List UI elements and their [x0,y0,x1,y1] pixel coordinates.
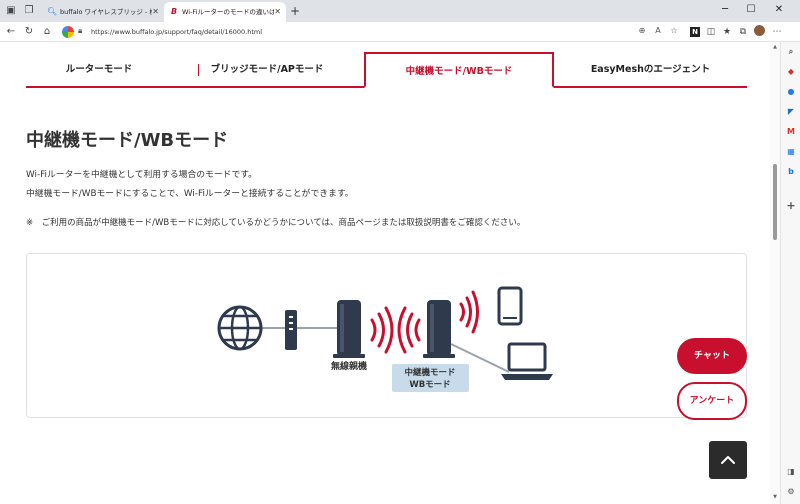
outlook-icon[interactable]: ◤ [785,106,797,118]
scroll-up-arrow-icon[interactable]: ▲ [771,44,779,50]
shopping-icon[interactable]: ◆ [785,66,797,78]
laptop-icon [501,342,553,380]
repeater-wifi-waves-left-icon [397,306,421,354]
notion-extension-icon[interactable]: N [688,25,702,39]
chevron-up-icon [721,456,735,464]
parent-router-icon [333,300,365,358]
chat-button[interactable]: チャット [677,338,747,374]
lock-icon[interactable]: 🔒︎ [78,26,82,36]
minimize-button[interactable]: ─ [712,0,738,22]
favorite-star-icon[interactable]: ☆ [668,26,680,35]
back-icon[interactable]: ← [4,25,18,39]
tab-actions-icon[interactable]: ❐ [22,4,36,18]
description-line-1: Wi-Fiルーターを中継機として利用する場合のモードです。 [26,170,257,180]
smartphone-icon [497,286,523,326]
close-tab-icon[interactable]: ✕ [274,2,281,22]
parent-wifi-waves-icon [370,306,394,354]
bing-icon[interactable]: b [785,166,797,178]
close-tab-icon[interactable]: ✕ [152,2,159,22]
buffalo-icon: B [170,7,178,16]
browser-tab-buffalo[interactable]: B Wi-Fiルーターのモードの違いは何ですか ✕ [164,2,286,22]
search-icon: 🔍︎ [47,7,58,16]
internet-globe-icon [217,305,263,351]
tab-label: buffalo ワイヤレスブリッジ - 検索 [60,8,152,16]
more-menu-icon[interactable]: ⋯ [770,25,784,39]
zoom-icon[interactable]: ⊕ [636,26,648,35]
page-title: 中継機モード/WBモード [26,130,229,151]
mode-tabs-nav: ルーターモード ブリッジモード/APモード 中継機モード/WBモード EasyM… [26,52,747,88]
tab-repeater-wb-mode[interactable]: 中継機モード/WBモード [364,52,554,88]
back-to-top-button[interactable] [709,441,747,479]
page-scrollbar[interactable]: ▲ ▼ [770,42,780,504]
new-tab-button[interactable]: + [288,3,302,19]
tab-router-mode[interactable]: ルーターモード [26,52,172,88]
repeater-label-line-1: 中継機モード [404,367,455,378]
browser-toolbar: ← ↻ ⌂ 🔒︎ https://www.buffalo.jp/support/… [0,22,800,42]
maximize-button[interactable]: ☐ [738,0,764,22]
scroll-down-arrow-icon[interactable]: ▼ [771,494,779,500]
repeater-mode-diagram: 無線親機 中継機モード WBモード [26,253,747,418]
compatibility-note: ※ ご利用の商品が中継機モード/WBモードに対応しているかどうかについては、商品… [26,218,526,228]
split-screen-icon[interactable]: ◫ [704,25,718,39]
modem-icon [285,310,297,350]
parent-router-label: 無線親機 [331,360,367,372]
add-sidebar-app-icon[interactable]: + [785,200,797,212]
url-text[interactable]: https://www.buffalo.jp/support/faq/detai… [91,24,262,40]
tools-icon[interactable]: ● [785,86,797,98]
diagram-illustration: 無線親機 中継機モード WBモード [217,286,553,392]
description-line-2: 中継機モード/WBモードにすることで、Wi-Fiルーターと接続することができます… [26,189,354,199]
tab-easymesh-agent[interactable]: EasyMeshのエージェント [554,52,747,88]
close-window-button[interactable]: ✕ [766,0,792,22]
tab-label: Wi-Fiルーターのモードの違いは何ですか [182,8,274,16]
copilot-icon[interactable] [62,26,74,38]
repeater-label-line-2: WBモード [409,380,450,390]
repeater-router-icon [423,300,455,358]
sidebar-toggle-icon[interactable]: ◨ [785,466,797,478]
edge-sidebar: ⌕ ◆ ● ◤ M ▦ b + ◨ ⚙ [780,42,800,504]
refresh-icon[interactable]: ↻ [22,25,36,39]
search-icon[interactable]: ⌕ [785,46,797,58]
tab-bridge-ap-mode[interactable]: ブリッジモード/APモード [172,52,362,88]
home-icon[interactable]: ⌂ [40,25,54,39]
browser-tab-search[interactable]: 🔍︎ buffalo ワイヤレスブリッジ - 検索 ✕ [42,2,164,22]
collections-icon[interactable]: ⧉ [736,25,750,39]
scroll-thumb[interactable] [773,164,777,240]
favorites-icon[interactable]: ★ [720,25,734,39]
repeater-wifi-waves-right-icon [459,290,479,334]
calendar-icon[interactable]: ▦ [785,146,797,158]
tab-strip: ▣ ❐ 🔍︎ buffalo ワイヤレスブリッジ - 検索 ✕ B Wi-Fiル… [0,0,800,22]
survey-button[interactable]: アンケート [677,382,747,420]
gmail-icon[interactable]: M [785,126,797,138]
address-bar[interactable]: 🔒︎ https://www.buffalo.jp/support/faq/de… [60,24,686,40]
settings-gear-icon[interactable]: ⚙ [785,486,797,498]
read-aloud-icon[interactable]: A [652,26,664,35]
profile-avatar[interactable] [752,25,766,39]
workspaces-icon[interactable]: ▣ [4,4,18,18]
